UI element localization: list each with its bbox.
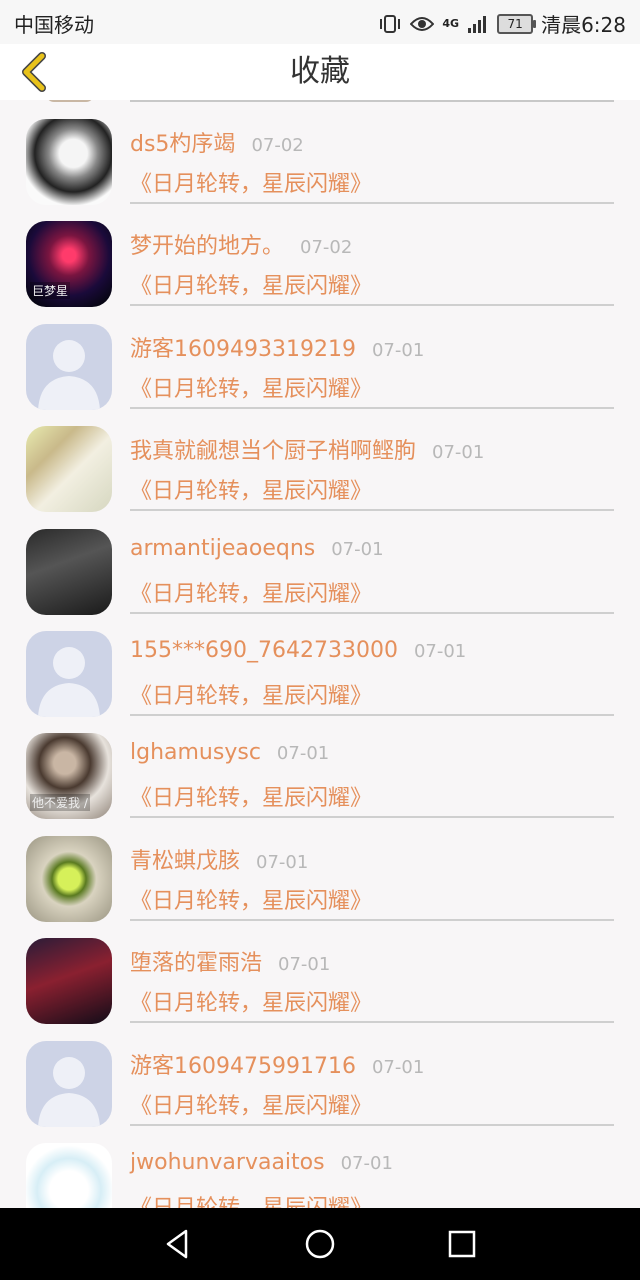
app-header: 收藏 xyxy=(0,44,640,100)
avatar[interactable] xyxy=(26,528,112,615)
book-title[interactable]: 《日月轮转，星辰闪耀》 xyxy=(130,985,372,1017)
item-header: 游客1609493319219 07-01 xyxy=(130,331,424,363)
item-header: lghamusysc 07-01 xyxy=(130,740,329,765)
user-name[interactable]: 堕落的霍雨浩 xyxy=(130,951,262,976)
user-name[interactable]: jwohunvarvaaitos xyxy=(130,1150,325,1175)
list-item[interactable]: armantijeaoeqns 07-01 《日月轮转，星辰闪耀》 xyxy=(0,512,640,615)
list-item[interactable]: 他不爱我 ∕ lghamusysc 07-01 《日月轮转，星辰闪耀》 xyxy=(0,716,640,820)
user-silhouette-icon xyxy=(38,1056,100,1127)
system-nav-bar xyxy=(0,1208,640,1280)
battery-icon: 71 xyxy=(497,13,537,34)
default-user-avatar[interactable] xyxy=(26,323,112,410)
list-item[interactable]: 我真就觎想当个厨子梢啊鲣朐 07-01 《日月轮转，星辰闪耀》 xyxy=(0,409,640,513)
list-item[interactable]: 堕落的霍雨浩 07-01 《日月轮转，星辰闪耀》 xyxy=(0,921,640,1025)
avatar-caption: 巨梦星 xyxy=(30,282,71,300)
item-header: 我真就觎想当个厨子梢啊鲣朐 07-01 xyxy=(130,433,484,465)
favorite-date: 07-01 xyxy=(432,442,485,464)
chevron-left-icon[interactable] xyxy=(16,52,56,92)
user-name[interactable]: lghamusysc xyxy=(130,740,261,765)
avatar[interactable]: 巨梦星 xyxy=(26,221,112,308)
signal-icon xyxy=(468,15,487,33)
avatar-caption: 他不爱我 ∕ xyxy=(30,794,90,812)
user-name[interactable]: 梦开始的地方。 xyxy=(130,234,284,259)
clock: 清晨6:28 xyxy=(541,13,626,37)
favorite-date: 07-02 xyxy=(300,237,353,259)
book-title[interactable]: 《日月轮转，星辰闪耀》 xyxy=(130,883,372,915)
item-header: 155***690_7642733000 07-01 xyxy=(130,638,466,663)
square-recents-icon[interactable] xyxy=(444,1226,480,1262)
user-name[interactable]: 我真就觎想当个厨子梢啊鲣朐 xyxy=(130,439,416,464)
item-header: 青松蜞戊胲 07-01 xyxy=(130,843,308,875)
favorite-date: 07-01 xyxy=(331,538,384,560)
avatar[interactable] xyxy=(26,426,112,513)
network-type: 4G xyxy=(442,17,460,30)
user-silhouette-icon xyxy=(38,339,100,410)
list-item[interactable]: 青松蜞戊胲 07-01 《日月轮转，星辰闪耀》 xyxy=(0,819,640,922)
book-title[interactable]: 《日月轮转，星辰闪耀》 xyxy=(130,473,372,505)
item-header: 堕落的霍雨浩 07-01 xyxy=(130,945,330,977)
favorite-date: 07-01 xyxy=(278,954,331,976)
book-title[interactable]: 《日月轮转，星辰闪耀》 xyxy=(130,371,372,403)
avatar[interactable]: 他不爱我 ∕ xyxy=(26,733,112,820)
avatar[interactable] xyxy=(26,119,112,205)
triangle-back-icon[interactable] xyxy=(160,1226,196,1262)
item-header: ds5杓序竭 07-02 xyxy=(130,126,304,158)
avatar[interactable] xyxy=(26,1143,112,1208)
default-user-avatar[interactable] xyxy=(26,1040,112,1127)
favorite-date: 07-01 xyxy=(371,1056,425,1078)
book-title[interactable]: 《日月轮转，星辰闪耀》 xyxy=(130,1088,372,1120)
avatar[interactable] xyxy=(26,938,112,1025)
book-title[interactable]: 《日月轮转，星辰闪耀》 xyxy=(130,1190,372,1208)
list-item[interactable]: 游客1609475991716 07-01 《日月轮转，星辰闪耀》 xyxy=(0,1024,640,1127)
user-silhouette-icon xyxy=(38,647,100,717)
page-title: 收藏 xyxy=(290,54,350,89)
carrier-name: 中国移动 xyxy=(14,13,94,37)
favorite-date: 07-01 xyxy=(371,339,425,361)
default-user-avatar[interactable] xyxy=(26,631,112,717)
user-name[interactable]: ds5杓序竭 xyxy=(130,132,235,157)
favorite-date: 07-01 xyxy=(276,743,330,765)
favorite-date: 07-02 xyxy=(251,135,304,156)
favorites-list[interactable]: ds5杓序竭 07-02 《日月轮转，星辰闪耀》 巨梦星 梦开始的地方。 07-02 《日月… xyxy=(0,100,640,1208)
list-item[interactable]: 155***690_7642733000 07-01 《日月轮转，星辰闪耀》 xyxy=(0,614,640,717)
list-item[interactable]: 巨梦星 梦开始的地方。 07-02 《日月轮转，星辰闪耀》 xyxy=(0,204,640,308)
user-name[interactable]: 青松蜞戊胲 xyxy=(130,849,240,874)
user-name[interactable]: 游客1609475991716 xyxy=(130,1054,356,1079)
book-title[interactable]: 《日月轮转，星辰闪耀》 xyxy=(130,576,372,608)
book-title[interactable]: 《日月轮转，星辰闪耀》 xyxy=(130,678,372,710)
book-title[interactable]: 《日月轮转，星辰闪耀》 xyxy=(130,166,372,198)
book-title[interactable]: 《日月轮转，星辰闪耀》 xyxy=(130,780,372,812)
list-item[interactable]: 游客1609493319219 07-01 《日月轮转，星辰闪耀》 xyxy=(0,307,640,410)
list-item[interactable]: jwohunvarvaaitos 07-01 《日月轮转，星辰闪耀》 xyxy=(0,1126,640,1208)
favorite-date: 07-01 xyxy=(256,851,309,873)
item-header: jwohunvarvaaitos 07-01 xyxy=(130,1150,393,1175)
user-name[interactable]: armantijeaoeqns xyxy=(130,536,315,561)
circle-home-icon[interactable] xyxy=(302,1226,338,1262)
item-header: 游客1609475991716 07-01 xyxy=(130,1048,424,1080)
user-name[interactable]: 155***690_7642733000 xyxy=(130,638,398,663)
vibrate-icon xyxy=(380,14,401,33)
avatar[interactable] xyxy=(26,835,112,922)
book-title[interactable]: 《日月轮转，星辰闪耀》 xyxy=(130,268,372,300)
item-header: armantijeaoeqns 07-01 xyxy=(130,536,384,561)
user-name[interactable]: 游客1609493319219 xyxy=(130,337,356,362)
eye-icon xyxy=(410,16,435,31)
list-item[interactable]: ds5杓序竭 07-02 《日月轮转，星辰闪耀》 xyxy=(0,102,640,205)
favorite-date: 07-01 xyxy=(413,641,467,662)
favorite-date: 07-01 xyxy=(340,1153,393,1174)
item-header: 梦开始的地方。 07-02 xyxy=(130,228,352,260)
status-icons: 4G 71 清晨6:28 xyxy=(378,9,626,38)
